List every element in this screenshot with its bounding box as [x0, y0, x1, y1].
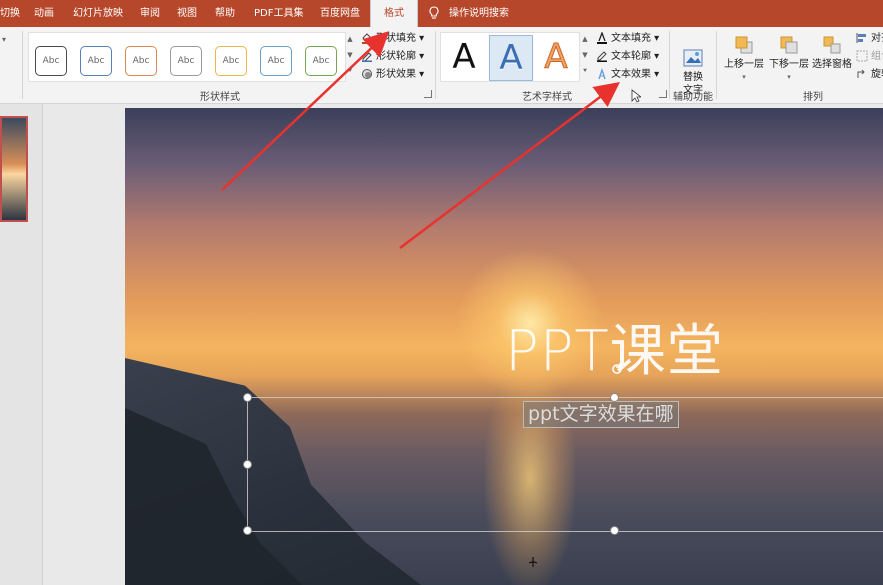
- lightbulb-icon: [428, 6, 442, 20]
- shape-style-preset[interactable]: Abc: [125, 46, 157, 76]
- bird-silhouette-icon: [525, 553, 541, 573]
- separator: [669, 31, 670, 99]
- dropdown-caret-icon: ▾: [742, 73, 746, 81]
- mouse-cursor-icon: [631, 89, 643, 106]
- text-effects-icon: [596, 67, 608, 80]
- rotate-button[interactable]: 旋转: [856, 66, 883, 83]
- tell-me-search[interactable]: 操作说明搜索: [449, 0, 509, 27]
- selection-pane-icon: [822, 35, 842, 55]
- gallery-down-icon[interactable]: ▼: [580, 48, 590, 62]
- shape-fill-button[interactable]: 形状填充 ▾: [361, 30, 424, 47]
- wordart-gallery: A A A: [440, 32, 580, 82]
- dialog-launcher-icon[interactable]: [424, 90, 432, 98]
- group-label-arrange: 排列: [803, 92, 823, 103]
- bring-forward-button[interactable]: 上移一层 ▾: [722, 35, 766, 84]
- shape-fill-label: 形状填充: [376, 33, 416, 44]
- dialog-launcher-icon[interactable]: [659, 90, 667, 98]
- align-icon: [856, 32, 868, 44]
- shape-style-preset[interactable]: Abc: [305, 46, 337, 76]
- tab-format[interactable]: 格式: [370, 0, 418, 27]
- pen-icon: [361, 50, 373, 62]
- wordart-preset-orange[interactable]: A: [535, 35, 577, 79]
- shape-style-gallery: Abc Abc Abc Abc Abc Abc Abc: [28, 32, 346, 82]
- gallery-up-icon[interactable]: ▲: [580, 32, 590, 46]
- rotate-label: 旋转: [871, 69, 883, 80]
- gallery-more-icon[interactable]: ⯆: [345, 64, 355, 78]
- tab-review[interactable]: 审阅: [140, 0, 160, 27]
- selection-pane-button[interactable]: 选择窗格: [811, 35, 853, 71]
- wordart-preset-blue[interactable]: A: [489, 35, 533, 81]
- group-button[interactable]: 组合: [856, 48, 883, 65]
- text-fill-icon: [596, 31, 608, 44]
- tab-slideshow[interactable]: 幻灯片放映: [73, 0, 123, 27]
- selection-pane-label: 选择窗格: [812, 59, 852, 70]
- bring-forward-label: 上移一层: [724, 59, 764, 70]
- group-label-shape-styles: 形状样式: [200, 92, 240, 103]
- rotate-icon: [856, 68, 868, 80]
- dropdown-caret-icon: ▾: [787, 73, 791, 81]
- separator: [22, 31, 23, 99]
- text-fill-button[interactable]: 文本填充 ▾: [596, 30, 659, 47]
- ribbon: ▾ Abc Abc Abc Abc Abc Abc Abc ▲ ▼ ⯆ 形状填充…: [0, 27, 883, 104]
- group-label: 组合: [871, 51, 883, 62]
- gallery-down-icon[interactable]: ▼: [345, 48, 355, 62]
- send-backward-label: 下移一层: [769, 59, 809, 70]
- shape-effects-icon: [361, 68, 373, 80]
- send-backward-button[interactable]: 下移一层 ▾: [767, 35, 811, 84]
- tab-view[interactable]: 视图: [177, 0, 197, 27]
- slide-canvas[interactable]: PPT课堂 ppt文字效果在哪: [125, 108, 883, 585]
- selection-box[interactable]: [247, 397, 883, 532]
- text-outline-button[interactable]: 文本轮廓 ▾: [596, 48, 659, 65]
- gallery-up-icon[interactable]: ▲: [345, 32, 355, 46]
- text-outline-label: 文本轮廓: [611, 51, 651, 62]
- shape-outline-label: 形状轮廓: [376, 51, 416, 62]
- resize-handle[interactable]: [610, 393, 619, 402]
- tab-animations[interactable]: 动画: [34, 0, 54, 27]
- send-backward-icon: [779, 35, 799, 55]
- slide-thumbnail-pane: [0, 104, 43, 585]
- group-label-wordart-styles: 艺术字样式: [522, 92, 572, 103]
- paint-bucket-icon: [361, 32, 373, 44]
- tab-pdf-tools[interactable]: PDF工具集: [254, 0, 303, 27]
- wordart-preset-black[interactable]: A: [443, 35, 485, 79]
- text-fill-label: 文本填充: [611, 33, 651, 44]
- shape-style-preset[interactable]: Abc: [80, 46, 112, 76]
- rotate-handle-icon[interactable]: [610, 362, 624, 376]
- resize-handle[interactable]: [243, 393, 252, 402]
- resize-handle[interactable]: [243, 526, 252, 535]
- shape-style-preset[interactable]: Abc: [35, 46, 67, 76]
- shape-outline-button[interactable]: 形状轮廓 ▾: [361, 48, 424, 65]
- text-effects-label: 文本效果: [611, 69, 651, 80]
- shape-style-preset[interactable]: Abc: [170, 46, 202, 76]
- resize-handle[interactable]: [610, 526, 619, 535]
- alt-text-icon: [683, 48, 703, 68]
- text-outline-icon: [596, 50, 608, 62]
- text-effects-button[interactable]: 文本效果 ▾: [596, 66, 659, 83]
- shape-effects-label: 形状效果: [376, 69, 416, 80]
- group-icon: [856, 50, 868, 62]
- slide-thumbnail[interactable]: [0, 116, 28, 222]
- ribbon-overflow-icon[interactable]: ▾: [2, 35, 6, 44]
- bring-forward-icon: [734, 35, 754, 55]
- align-button[interactable]: 对齐: [856, 30, 883, 47]
- tab-baidu-netdisk[interactable]: 百度网盘: [320, 0, 360, 27]
- shape-style-preset[interactable]: Abc: [260, 46, 292, 76]
- shape-style-preset[interactable]: Abc: [215, 46, 247, 76]
- resize-handle[interactable]: [243, 460, 252, 469]
- tab-transitions[interactable]: 切换: [0, 0, 20, 27]
- align-label: 对齐: [871, 33, 883, 44]
- tab-help[interactable]: 帮助: [215, 0, 235, 27]
- shape-effects-button[interactable]: 形状效果 ▾: [361, 66, 424, 83]
- separator: [435, 31, 436, 99]
- separator: [716, 31, 717, 99]
- group-label-accessibility: 辅助功能: [673, 92, 713, 103]
- gallery-more-icon[interactable]: ⯆: [580, 64, 590, 78]
- menu-bar: 切换 动画 幻灯片放映 审阅 视图 帮助 PDF工具集 百度网盘 格式 操作说明…: [0, 0, 883, 27]
